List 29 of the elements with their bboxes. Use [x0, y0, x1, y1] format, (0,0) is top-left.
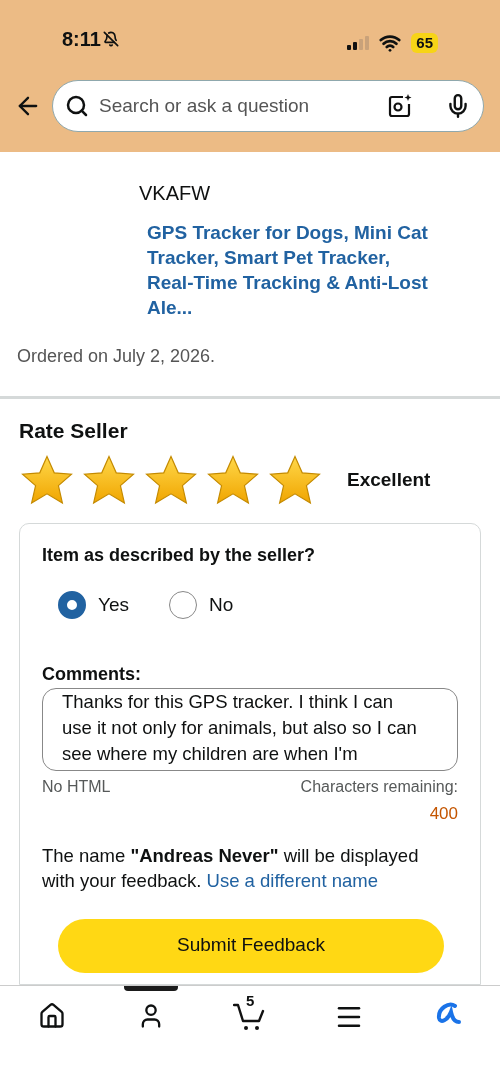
battery-level: 65 [411, 33, 438, 53]
section-heading: Rate Seller [19, 418, 129, 444]
status-time: 8:11 [62, 27, 101, 52]
submit-button[interactable]: Submit Feedback [58, 918, 444, 973]
search-icon [65, 94, 89, 118]
question-label: Item as described by the seller? [42, 543, 317, 567]
remaining-label: Characters remaining: [300, 777, 458, 797]
radio-option[interactable]: No [169, 590, 234, 619]
seller-name: VKAFW [138, 181, 212, 206]
comments-label: Comments: [42, 663, 142, 686]
search-field[interactable]: Search or ask a question [99, 91, 377, 121]
order-date: Ordered on July 2, 2026. [17, 345, 217, 368]
rating-label: Excellent [347, 468, 431, 493]
product-title-link[interactable]: GPS Tracker for Dogs, Mini Cat Tracker, Smart Pet Tracker, Real-Time Tracking & Anti-Lost Ale... [17, 220, 483, 320]
home-icon [37, 1002, 66, 1030]
cart-count: 5 [246, 993, 255, 1009]
signal-icon [347, 36, 370, 50]
radio-option[interactable]: Yes [58, 590, 129, 619]
assistant-logo-icon [435, 1002, 462, 1026]
comments-field[interactable]: Thanks for this GPS tracker. I think I can use it not only for animals, but also so I can see where my children are when I'm [42, 688, 458, 771]
remaining-count: 400 [428, 803, 458, 825]
input-hint: No HTML [42, 777, 111, 797]
search-bar[interactable]: Search or ask a question [52, 80, 484, 132]
bell-muted-icon [102, 31, 119, 47]
camera-icon[interactable] [387, 93, 413, 119]
name-notice: The name "Andreas Never" will be displayed with your feedback. Use a different name [42, 843, 420, 893]
nav-tab[interactable]: 5 [200, 986, 300, 1087]
wifi-icon [379, 32, 402, 54]
different-name-link[interactable]: Use a different name [206, 869, 378, 891]
